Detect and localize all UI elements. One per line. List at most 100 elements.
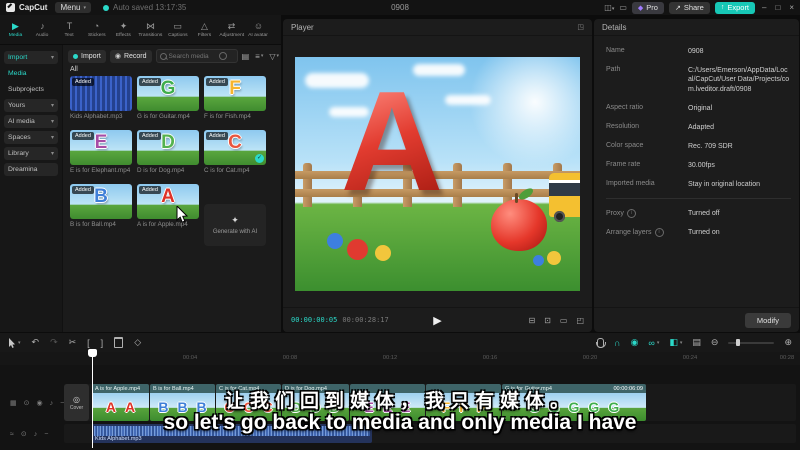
info-icon[interactable] [654,228,664,238]
media-thumbnail[interactable]: C Added [204,130,266,165]
maximize-button[interactable]: □ [773,3,782,12]
share-button[interactable]: ↗ Share [668,1,710,14]
feature-tab[interactable]: ♪ Audio [29,21,56,38]
undo-icon[interactable]: ↶ [32,337,40,348]
menu-button[interactable]: Menu ▾ [55,2,91,13]
media-item[interactable]: G Added G is for Guitar.mp4 [137,76,199,120]
details-label: Aspect ratio [606,103,643,111]
media-thumbnail[interactable]: E Added [70,130,132,165]
pro-button[interactable]: ◆ Pro [631,1,664,14]
feature-tab[interactable]: ▭ Captions [164,21,191,38]
redo-icon[interactable]: ↷ [50,337,58,348]
video-preview[interactable]: A [295,57,580,291]
split-icon[interactable]: ✂ [69,337,77,348]
grid-view-icon[interactable]: ▤ [242,52,250,61]
details-value: Stay in original location [688,180,760,188]
mirror-preview-icon[interactable]: ⊟ [528,316,535,325]
media-item[interactable]: Added Kids Alphabet.mp3 [70,76,132,120]
tab-icon: ♪ [40,21,45,31]
export-button[interactable]: ↑ Export [714,1,756,14]
playhead-handle[interactable] [88,349,97,357]
ratio-icon[interactable]: ▭ [560,316,568,325]
apple [491,193,547,251]
media-grid: ✦ Generate with AI Added Kids Alphabet.m… [70,76,274,246]
timeline-zoom-slider[interactable] [728,339,775,346]
keyframe-icon[interactable]: ◇ [134,337,141,348]
generate-with-ai-tile[interactable]: ✦ Generate with AI [204,204,266,246]
tab-label: Transitions [138,32,163,38]
zoom-in-icon[interactable]: ⊕ [784,337,792,348]
keyboard-shortcut-icon[interactable]: ▤ [692,337,701,348]
media-item[interactable]: C Added C is for Cat.mp4 [204,130,266,174]
preview-mode-icon[interactable]: ◧ ▾ [669,337,682,348]
search-input[interactable] [168,52,217,60]
sort-icon[interactable]: ≡ ▾ [255,52,263,61]
import-button[interactable]: Import [68,49,106,63]
fullscreen-icon[interactable]: ◰ [576,316,584,325]
filter-icon[interactable]: ▽ ▾ [269,52,279,61]
media-item[interactable]: D Added D is for Dog.mp4 [137,130,199,174]
delete-icon[interactable] [114,337,124,348]
media-thumbnail[interactable]: B Added [70,184,132,219]
tab-icon: ⇄ [227,21,236,31]
added-badge: Added [206,132,228,140]
media-thumbnail[interactable]: F Added [204,76,266,111]
search-box[interactable] [155,49,238,63]
sidebar-item[interactable]: AI media ▾ [4,115,58,128]
feature-tab[interactable]: △ Filters [191,21,218,38]
feature-tab[interactable]: ⋈ Transitions [137,21,164,38]
search-history-icon[interactable] [218,52,227,60]
sidebar-item[interactable]: Subprojects ▾ [4,83,58,96]
tab-icon: T [66,21,73,31]
feature-tab[interactable]: T Text [56,21,83,38]
media-panel: Import ▾ Media ▾ Subprojects ▾ Yours ▾ A… [0,45,281,332]
media-content: Import ◉ Record ▤ ≡▾ ▽▾ [64,45,281,332]
media-browser-region: ▶ Media ♪ Audio T Text ◔ Stickers ✦ Effe… [0,15,281,332]
linking-icon[interactable]: ∞ ▾ [648,338,659,348]
sidebar-item[interactable]: Yours ▾ [4,99,58,112]
sidebar-item[interactable]: Import ▾ [4,51,58,64]
capcut-window: CapCut Menu ▾ Auto saved 13:17:35 0908 ◫… [0,0,800,450]
zoom-out-icon[interactable]: ⊖ [711,337,719,348]
record-button[interactable]: ◉ Record [109,49,152,63]
feature-tab[interactable]: ✦ Effects [110,21,137,38]
media-item[interactable]: E Added E is for Elephant.mp4 [70,130,132,174]
media-thumbnail[interactable]: G Added [137,76,199,111]
media-thumbnail[interactable]: Added [70,76,132,111]
export-icon: ↑ [720,4,725,11]
sidebar-item[interactable]: Library ▾ [4,147,58,160]
fit-zoom-icon[interactable]: ⊡ [544,316,551,325]
panel-layout-icon[interactable]: ▭ [619,3,627,12]
media-filename: F is for Fish.mp4 [204,113,251,120]
sidebar-item[interactable]: Dreamina ▾ [4,163,58,176]
ball [533,255,544,266]
feature-tab[interactable]: ☺ AI avatar [245,21,272,38]
media-thumbnail[interactable]: D Added [137,130,199,165]
details-header: Details [594,19,799,36]
modify-button[interactable]: Modify [744,312,791,328]
feature-tab[interactable]: ◔ Stickers [83,21,110,38]
sidebar-item[interactable]: Spaces ▾ [4,131,58,144]
voiceover-mic-icon[interactable] [595,337,606,348]
delete-left-icon[interactable]: [ [87,338,90,348]
expand-panel-icon[interactable]: ◳ [577,23,584,31]
feature-tab[interactable]: ⇄ Adjustment [218,21,245,38]
magnetic-snap-icon[interactable]: ∩ [614,338,620,348]
details-value: Adapted [688,123,715,131]
select-tool-icon[interactable]: ▾ [8,337,21,348]
info-icon[interactable] [626,209,636,219]
media-item[interactable]: B Added B is for Ball.mp4 [70,184,132,228]
play-button[interactable]: ▶ [433,314,441,327]
media-sidebar: Import ▾ Media ▾ Subprojects ▾ Yours ▾ A… [0,45,63,332]
zoom-slider-knob[interactable] [736,339,741,346]
auto-snap-icon[interactable]: ◉ [631,337,639,348]
layout-toggle-icon[interactable]: ◫▾ [604,3,614,12]
timeline-ruler[interactable]: 00:04 00:08 00:12 00:16 00:20 00:24 00:28 [0,352,800,365]
delete-right-icon[interactable]: ] [101,338,104,348]
close-button[interactable]: × [787,3,796,12]
feature-tab[interactable]: ▶ Media [2,21,29,38]
media-item[interactable]: F Added F is for Fish.mp4 [204,76,266,120]
minimize-button[interactable]: – [760,3,768,12]
autosave-status: Auto saved 13:17:35 [102,3,186,12]
sidebar-item[interactable]: Media ▾ [4,67,58,80]
